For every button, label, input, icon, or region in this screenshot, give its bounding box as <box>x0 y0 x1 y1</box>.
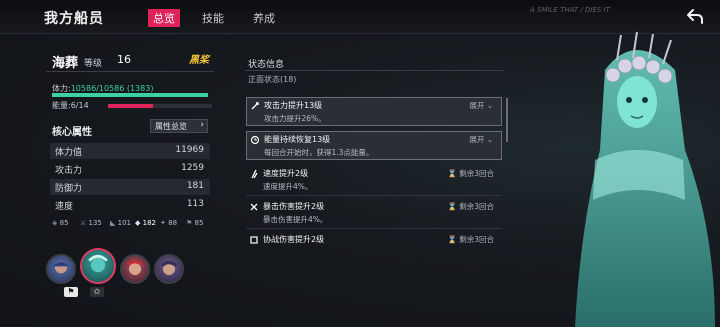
role-icon: ⚑ <box>64 287 78 297</box>
name-bar: 海葬 等级 16 黑桨 <box>46 50 214 72</box>
divider <box>246 228 502 229</box>
stat-row: 防御力 181 <box>50 179 210 195</box>
faction-icon: ✿ <box>90 287 104 297</box>
level-value: 16 <box>117 53 131 66</box>
target-icon: ✦ <box>160 219 166 227</box>
assist-damage-up-icon <box>250 236 258 244</box>
tab-skills[interactable]: 技能 <box>202 10 224 26</box>
mini-stat: ◣ 101 <box>110 219 131 227</box>
core-attributes-title: 核心属性 <box>52 127 92 138</box>
stat-row: 体力值 11969 <box>50 143 210 159</box>
top-bar <box>0 0 720 34</box>
crew-portrait-3[interactable] <box>120 254 150 284</box>
crew-portrait-1[interactable] <box>46 254 76 284</box>
character-name: 海葬 <box>52 56 79 71</box>
divider <box>245 70 503 71</box>
mini-stat: ◆ 182 <box>135 219 156 227</box>
buff-item[interactable]: 速度提升2级 速度提升4%。 ⌛ 剩余3回合 <box>246 166 502 194</box>
chevron-right-icon: › <box>200 120 204 130</box>
status-title: 状态信息 <box>248 60 285 70</box>
crew-portrait-4[interactable] <box>154 254 184 284</box>
crystal-icon: ◆ <box>135 219 141 227</box>
speed-up-icon <box>251 169 258 179</box>
buff-item[interactable]: 能量持续恢复13级 每回合开始时，获得1.3点能量。 展开 ⌄ <box>246 131 502 160</box>
boot-icon: ◣ <box>110 219 116 227</box>
level-label: 等级 <box>84 59 103 69</box>
page-title: 我方船员 <box>44 11 104 27</box>
rank-badge: 黑桨 <box>189 55 209 66</box>
expand-button[interactable]: 展开 ⌄ <box>469 100 493 111</box>
energy-readout: 能量:6/14 <box>52 101 89 110</box>
energy-regen-icon <box>250 135 260 145</box>
flag-icon: ⚑ <box>186 219 193 227</box>
sword-icon: ⚔ <box>80 219 87 227</box>
positive-status-count: 正面状态(18) <box>248 75 297 84</box>
buff-item[interactable]: 协战伤害提升2级 ⌛ 剩余3回合 <box>246 232 502 248</box>
tab-overview[interactable]: 总览 <box>148 9 180 27</box>
mini-stat: ◈ 85 <box>52 219 69 227</box>
divider <box>246 195 502 196</box>
mini-stat: ⚑ 85 <box>186 219 204 227</box>
attack-up-icon <box>251 102 259 110</box>
attribute-overview-button[interactable]: 属性总览 › <box>150 119 208 133</box>
buff-item[interactable]: 暴击伤害提升2级 暴击伤害提升4%。 ⌛ 剩余3回合 <box>246 199 502 227</box>
stat-row: 速度 113 <box>55 199 204 212</box>
crit-damage-up-icon <box>250 203 258 211</box>
remaining-turns: ⌛ 剩余3回合 <box>447 202 494 211</box>
expand-button[interactable]: 展开 ⌄ <box>469 134 493 145</box>
remaining-turns: ⌛ 剩余3回合 <box>447 169 494 178</box>
tab-training[interactable]: 养成 <box>253 10 275 26</box>
character-illustration <box>575 31 715 327</box>
hp-value: 10586/10586 (1383) <box>70 84 154 93</box>
hp-bar <box>52 93 208 97</box>
mini-stat: ✦ 88 <box>160 219 178 227</box>
remaining-turns: ⌛ 剩余3回合 <box>447 235 494 244</box>
stat-row: 攻击力 1259 <box>55 163 204 176</box>
energy-bar <box>108 104 212 108</box>
decorative-caption: A SMILE THAT / DIES IT <box>530 6 610 14</box>
crew-portrait-selected[interactable] <box>80 248 116 284</box>
scrollbar[interactable] <box>506 98 508 142</box>
attribute-overview-label: 属性总览 <box>155 122 187 131</box>
mini-stat: ⚔ 135 <box>80 219 102 227</box>
shield-icon: ◈ <box>52 219 58 227</box>
buff-item[interactable]: 攻击力提升13级 攻击力提升26%。 展开 ⌄ <box>246 97 502 126</box>
back-icon[interactable] <box>684 6 706 28</box>
